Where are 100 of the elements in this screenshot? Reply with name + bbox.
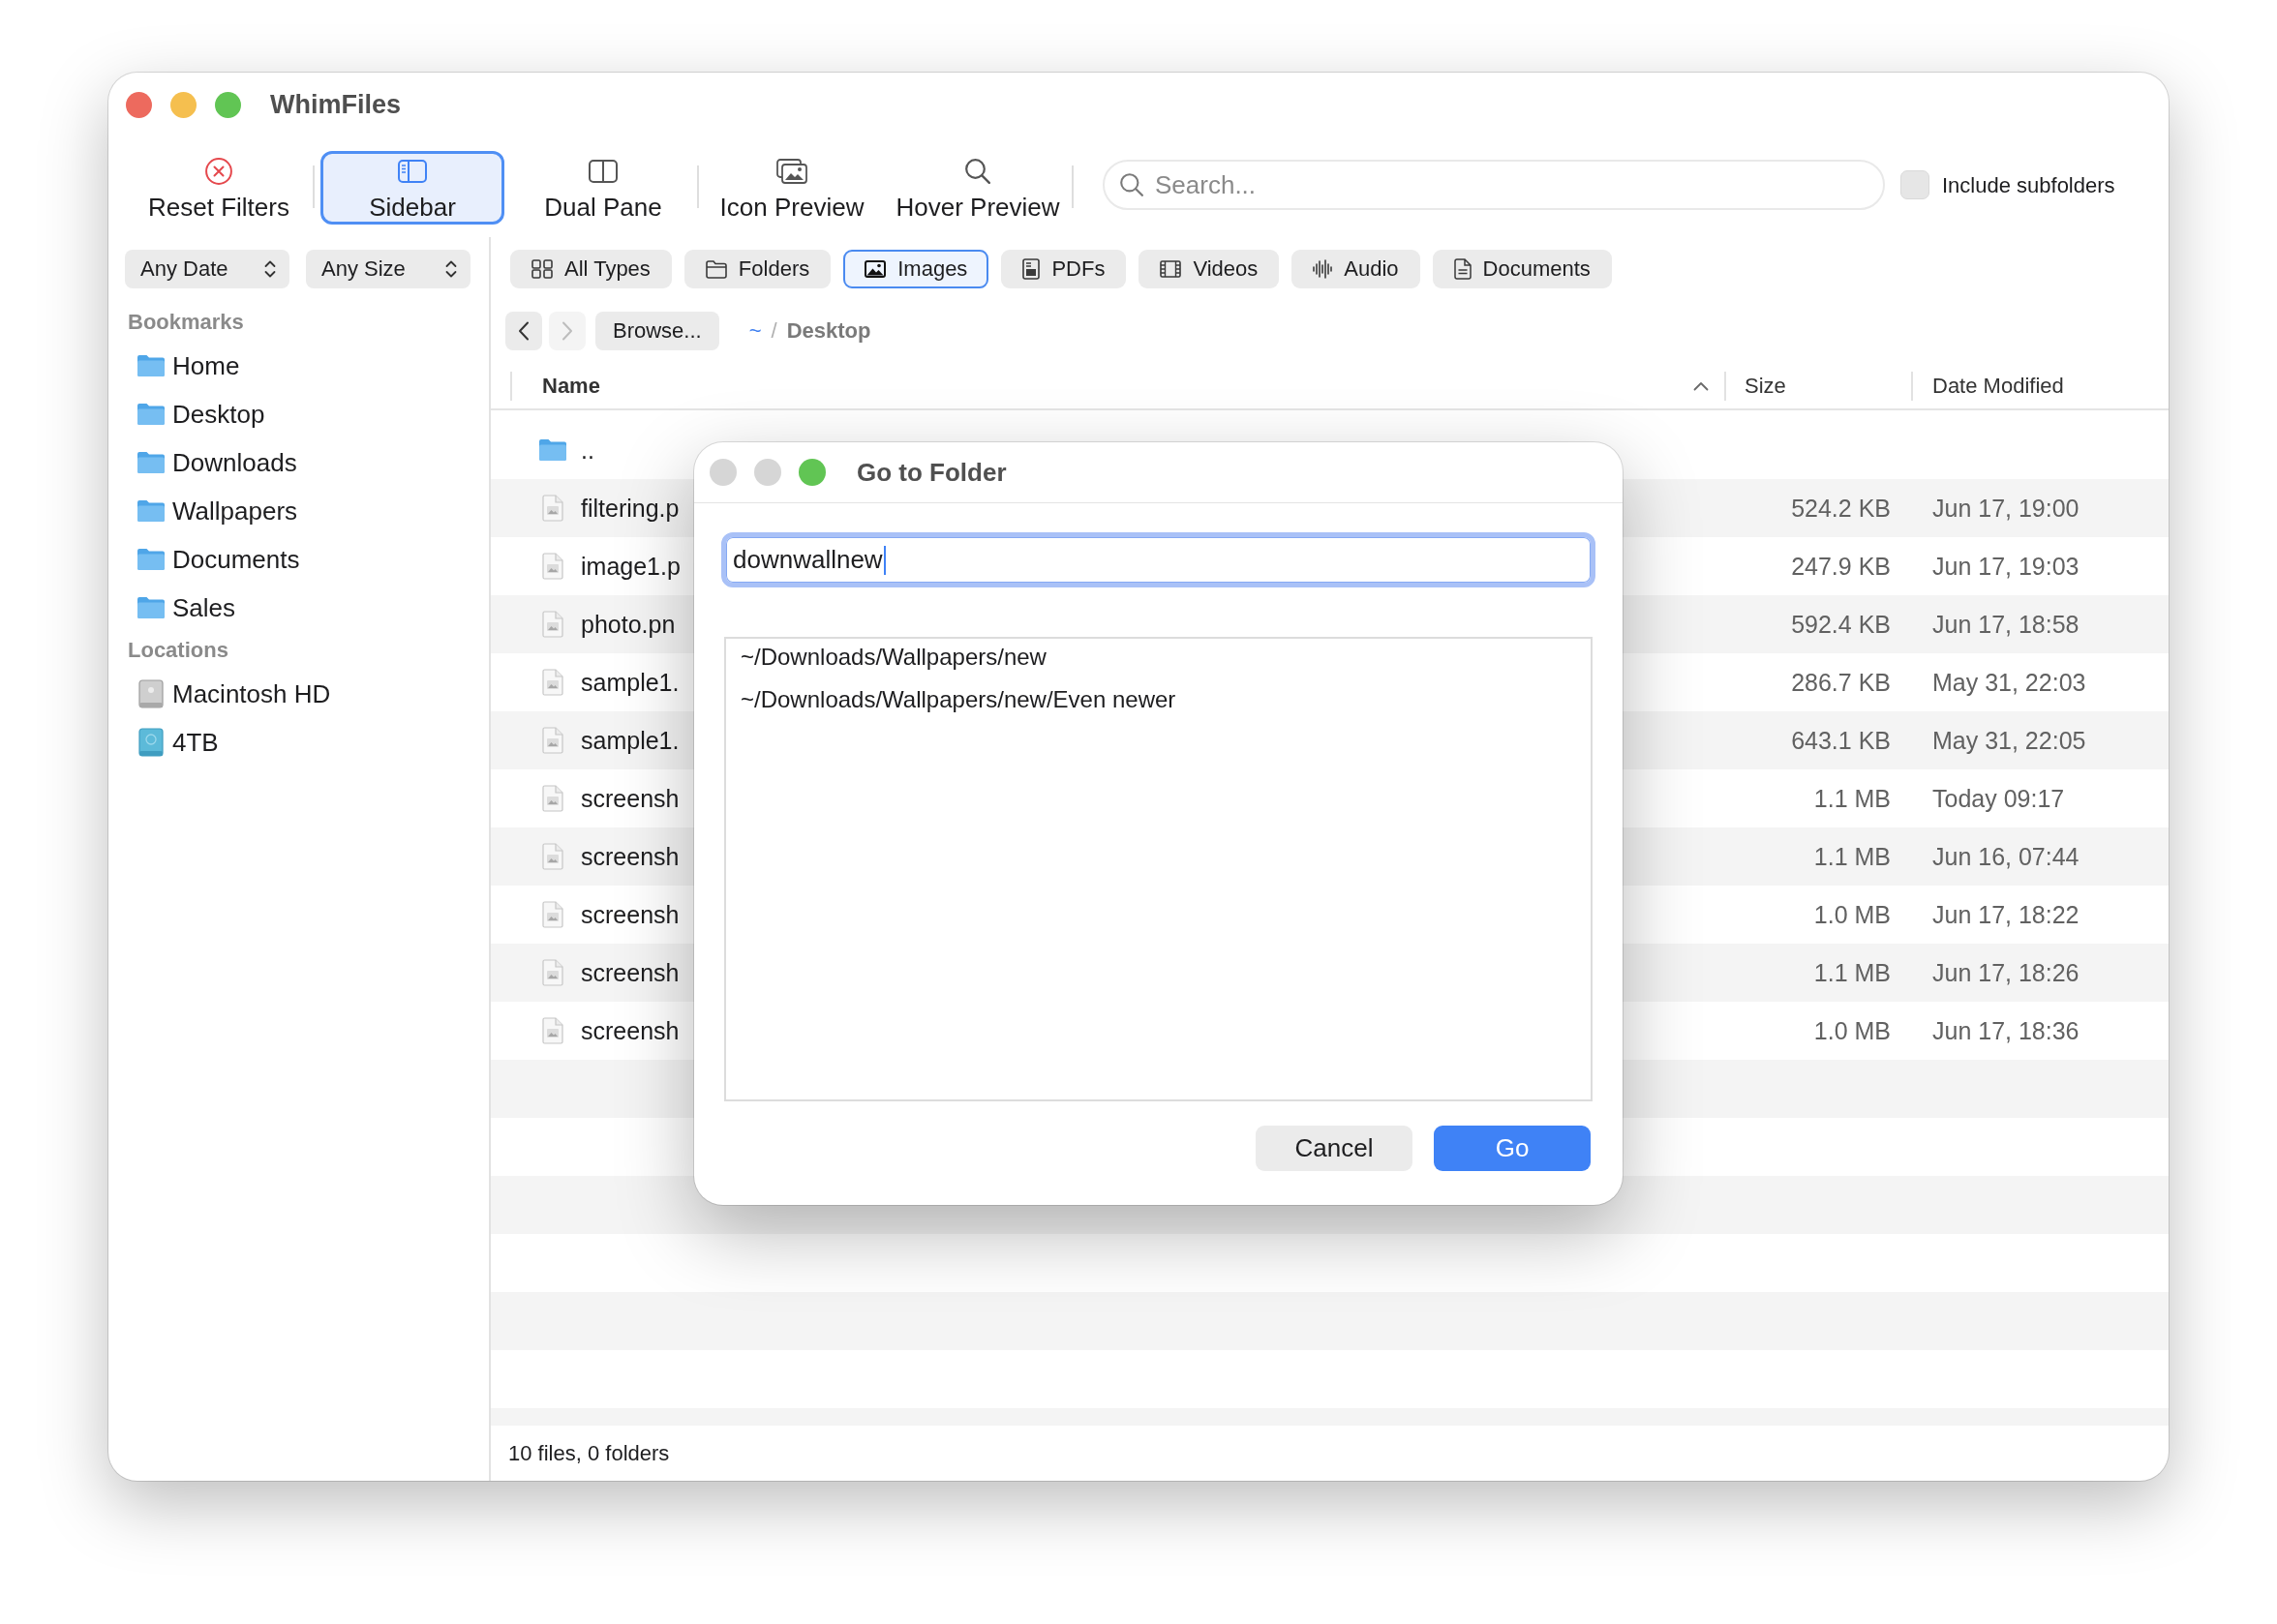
type-filter-button[interactable]: PDFs (1001, 250, 1127, 288)
close-button[interactable] (710, 459, 737, 486)
page-with-picture-icon (1022, 258, 1041, 280)
file-size: 643.1 KB (1791, 726, 1892, 755)
type-filter-button[interactable]: Audio (1291, 250, 1420, 288)
path-link[interactable]: ~ (748, 318, 762, 344)
browse-button[interactable]: Browse... (595, 312, 719, 350)
back-button[interactable] (505, 312, 542, 350)
type-filter-button[interactable]: Videos (1138, 250, 1280, 288)
zoom-button[interactable] (799, 459, 826, 486)
file-date: May 31, 22:03 (1931, 668, 2087, 697)
file-name: filtering.p (581, 494, 680, 523)
close-button[interactable] (126, 91, 152, 118)
zoom-button[interactable] (215, 91, 241, 118)
waveform-icon (1313, 259, 1333, 279)
sidebar-icon (398, 159, 427, 183)
path-separator: / (771, 318, 777, 344)
sidebar-item[interactable]: Downloads (108, 438, 479, 487)
photos-icon (776, 158, 807, 184)
filter-popup[interactable]: Any Date (125, 250, 289, 288)
file-date: Jun 17, 18:26 (1931, 958, 2080, 987)
file-name: photo.pn (581, 610, 676, 639)
up-down-chevron-icon (264, 260, 276, 278)
suggestion-item[interactable]: ~/Downloads/Wallpapers/new/Even newer (726, 681, 1591, 724)
file-name: screensh (581, 842, 680, 871)
file-name: sample1. (581, 668, 680, 697)
file-name: screensh (581, 900, 680, 929)
image-file-icon (542, 553, 563, 580)
split-pane-icon (589, 159, 618, 183)
type-filter-button[interactable]: All Types (510, 250, 672, 288)
file-date: Jun 17, 19:03 (1931, 552, 2080, 581)
file-name: screensh (581, 784, 680, 813)
file-name: screensh (581, 958, 680, 987)
image-file-icon (542, 1017, 563, 1044)
checkbox[interactable] (1900, 170, 1929, 199)
folder-icon (137, 548, 166, 571)
toolbar-button[interactable]: Hover Preview (891, 151, 1065, 225)
toolbar-button[interactable]: Reset Filters (132, 151, 306, 225)
download-folder-icon (137, 451, 166, 474)
type-filter-button[interactable]: Folders (683, 250, 832, 288)
folder-outline-icon (705, 259, 727, 279)
sidebar-item[interactable]: Desktop (108, 390, 479, 438)
file-size: 1.0 MB (1813, 1016, 1892, 1045)
column-header[interactable]: Date Modified (1911, 363, 2169, 408)
image-file-icon (542, 901, 563, 928)
type-filter-button[interactable]: Documents (1432, 250, 1612, 288)
up-down-chevron-icon (445, 260, 457, 278)
file-size: 1.1 MB (1813, 784, 1892, 813)
checkbox-label[interactable]: Include subfolders (1942, 173, 2115, 198)
sidebar-item[interactable]: 4TB (108, 718, 479, 767)
file-name: image1.p (581, 552, 681, 581)
file-size: 247.9 KB (1791, 552, 1892, 581)
column-header[interactable]: Name (510, 363, 1724, 408)
file-size: 524.2 KB (1791, 494, 1892, 523)
status-text: 10 files, 0 folders (508, 1440, 670, 1466)
image-file-icon (542, 843, 563, 870)
minimize-button[interactable] (754, 459, 781, 486)
file-date: Jun 17, 18:36 (1931, 1016, 2080, 1045)
path-input[interactable]: downwallnew (721, 532, 1595, 587)
file-size: 1.0 MB (1813, 900, 1892, 929)
folder-icon (137, 596, 166, 619)
image-file-icon (542, 785, 563, 812)
go-button[interactable]: Go (1434, 1126, 1591, 1171)
file-date: Jun 17, 19:00 (1931, 494, 2080, 523)
image-file-icon (542, 669, 563, 696)
sidebar-item[interactable]: Sales (108, 584, 479, 632)
type-filter-button[interactable]: Images (843, 250, 989, 288)
film-icon (1160, 260, 1182, 278)
hard-drive-icon (138, 679, 164, 708)
external-drive-icon (138, 728, 164, 757)
file-date: Today 09:17 (1931, 784, 2066, 813)
image-file-icon (542, 959, 563, 986)
chevron-up-icon (1693, 380, 1709, 391)
sidebar-item[interactable]: Home (108, 342, 479, 390)
suggestion-item[interactable]: ~/Downloads/Wallpapers/new (726, 639, 1591, 681)
toolbar-button[interactable]: Sidebar (320, 151, 504, 225)
file-size: 592.4 KB (1791, 610, 1892, 639)
file-name: .. (581, 436, 594, 465)
image-file-icon (542, 495, 563, 522)
chevron-right-icon (562, 321, 573, 341)
sidebar-item[interactable]: Macintosh HD (108, 670, 479, 718)
file-name: screensh (581, 1016, 680, 1045)
dialog-title: Go to Folder (857, 457, 1007, 488)
column-header[interactable]: Size (1724, 363, 1911, 408)
text-caret-icon (883, 545, 886, 575)
sidebar-item[interactable]: Wallpapers (108, 487, 479, 535)
image-file-icon (542, 611, 563, 638)
file-date: May 31, 22:05 (1931, 726, 2087, 755)
toolbar-button[interactable]: Dual Pane (516, 151, 690, 225)
image-icon (865, 260, 887, 278)
sidebar-item[interactable]: Documents (108, 535, 479, 584)
home-folder-icon (137, 354, 166, 377)
document-icon (1453, 258, 1472, 280)
cancel-button[interactable]: Cancel (1256, 1126, 1412, 1171)
toolbar-button[interactable]: Icon Preview (705, 151, 879, 225)
search-field[interactable]: Search... (1103, 160, 1885, 210)
magnifier-icon (965, 158, 990, 184)
minimize-button[interactable] (170, 91, 197, 118)
image-file-icon (542, 727, 563, 754)
filter-popup[interactable]: Any Size (306, 250, 471, 288)
